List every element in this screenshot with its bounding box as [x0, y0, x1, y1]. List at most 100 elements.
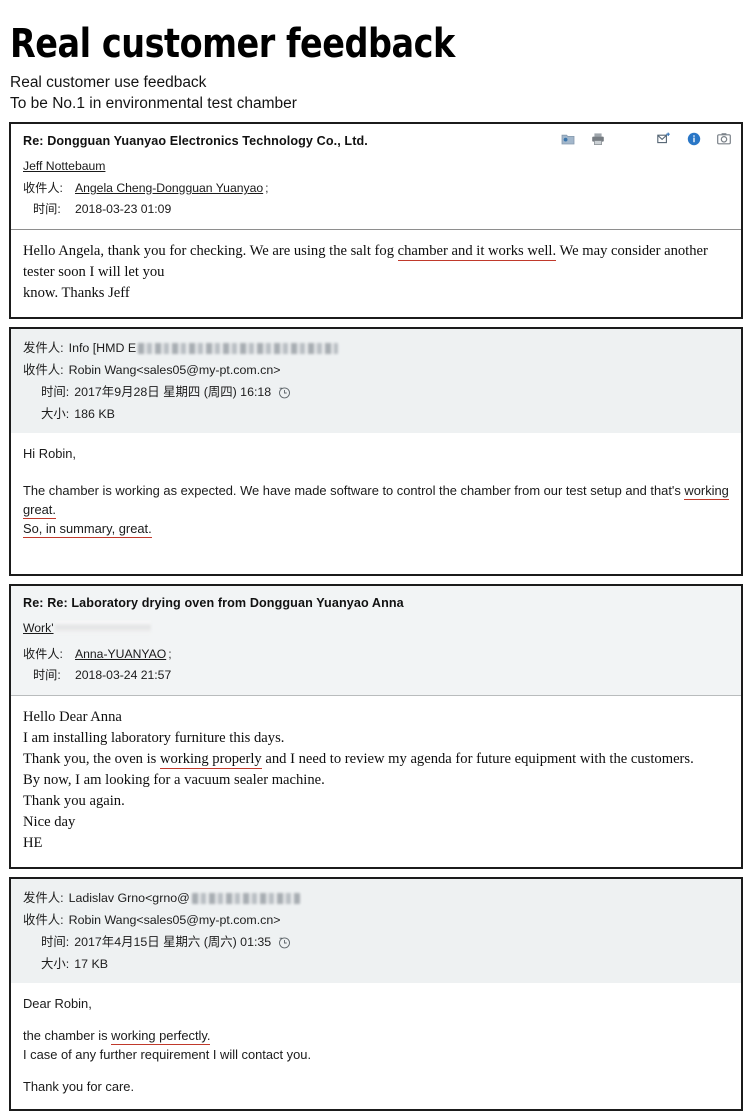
email-2-body: Hi Robin, The chamber is working as expe…	[11, 433, 741, 574]
email-1-to-value[interactable]: Angela Cheng-Dongguan Yuanyao	[75, 179, 263, 198]
email-card-4: 发件人: Ladislav Grno<grno@ 收件人: Robin Wang…	[9, 877, 743, 1111]
email-3-body: Hello Dear Anna I am installing laborato…	[11, 696, 741, 867]
forward-icon[interactable]	[657, 132, 671, 146]
email-2-time-row: 时间: 2017年9月28日 星期四 (周四) 16:18	[23, 381, 729, 403]
email-4-header: 发件人: Ladislav Grno<grno@ 收件人: Robin Wang…	[11, 879, 741, 983]
info-icon[interactable]	[687, 132, 701, 146]
email-4-from-label: 发件人:	[23, 891, 64, 905]
camera-icon[interactable]	[717, 132, 731, 146]
email-2-from-label: 发件人:	[23, 341, 64, 355]
highlighted-text: So, in summary, great.	[23, 521, 152, 538]
email-2-time-label: 时间:	[41, 385, 70, 399]
email-4-to-value: Robin Wang<sales05@my-pt.com.cn>	[68, 913, 281, 927]
email-card-1: Re: Dongguan Yuanyao Electronics Technol…	[9, 122, 743, 319]
text-segment: know. Thanks Jeff	[23, 285, 130, 301]
text-segment: Dear Robin,	[23, 996, 92, 1011]
email-4-body-line: I case of any further requirement I will…	[23, 1045, 729, 1064]
email-4-body: Dear Robin, the chamber is working perfe…	[11, 983, 741, 1109]
email-3-to-row: 收件人: Anna-YUANYAO ;	[23, 645, 729, 664]
text-segment: Hello Angela, thank you for checking. We…	[23, 243, 398, 259]
text-segment: Nice day	[23, 814, 76, 830]
email-1-header: Re: Dongguan Yuanyao Electronics Technol…	[11, 124, 741, 229]
email-3-sender-redaction	[54, 621, 151, 634]
email-2-body-line: Hi Robin,	[23, 444, 729, 463]
email-3-body-line: Thank you again.	[23, 791, 729, 812]
clock-icon	[278, 386, 291, 399]
email-4-body-line: Dear Robin,	[23, 994, 729, 1013]
email-2-body-line: So, in summary, great.	[23, 519, 729, 538]
highlighted-text: chamber and it works well.	[397, 243, 557, 261]
text-segment: Thank you for care.	[23, 1079, 135, 1094]
email-1-to-row: 收件人: Angela Cheng-Dongguan Yuanyao ;	[23, 179, 729, 198]
email-1-sender[interactable]: Jeff Nottebaum	[23, 157, 105, 175]
email-3-body-line: Hello Dear Anna	[23, 707, 729, 728]
email-1-time-label: 时间:	[33, 202, 61, 216]
email-3-body-line: Nice day	[23, 812, 729, 833]
email-2-from-row: 发件人: Info [HMD E	[23, 337, 729, 359]
text-segment: Thank you again.	[23, 793, 125, 809]
text-segment: Thank you, the oven is	[23, 751, 160, 767]
email-1-toolbar	[561, 132, 731, 146]
text-segment: the chamber is	[23, 1028, 112, 1043]
email-3-body-line: HE	[23, 833, 729, 854]
email-1-time-value: 2018-03-23 01:09	[75, 202, 172, 216]
email-4-to-label: 收件人:	[23, 913, 64, 927]
text-segment: I case of any further requirement I will…	[23, 1047, 312, 1062]
email-4-time-row: 时间: 2017年4月15日 星期六 (周六) 01:35	[23, 931, 729, 953]
email-3-sender-row: Work'	[23, 619, 729, 641]
email-4-size-label: 大小:	[41, 957, 70, 971]
email-4-body-line: Thank you for care.	[23, 1077, 729, 1096]
email-4-from-redaction	[191, 892, 300, 904]
subtitle-line-2: To be No.1 in environmental test chamber	[10, 95, 297, 112]
email-list: Re: Dongguan Yuanyao Electronics Technol…	[0, 114, 750, 1111]
email-4-body-line: the chamber is working perfectly.	[23, 1026, 729, 1045]
email-4-size-value: 17 KB	[74, 957, 108, 971]
email-3-body-line: Thank you, the oven is working properly …	[23, 749, 729, 770]
email-3-to-value[interactable]: Anna-YUANYAO	[75, 645, 166, 664]
email-2-from-redaction	[138, 342, 339, 354]
email-2-header: 发件人: Info [HMD E 收件人: Robin Wang<sales05…	[11, 329, 741, 433]
email-4-from-value: Ladislav Grno<grno@	[68, 891, 190, 905]
email-3-subject: Re: Re: Laboratory drying oven from Dong…	[23, 596, 404, 610]
email-2-from-value: Info [HMD E	[68, 341, 137, 355]
highlighted-text: working properly	[160, 751, 262, 769]
text-segment: HE	[23, 835, 43, 851]
email-4-time-label: 时间:	[41, 935, 70, 949]
save-attachment-icon[interactable]	[561, 132, 575, 146]
email-1-body-line: know. Thanks Jeff	[23, 283, 729, 304]
email-1-body-line: Hello Angela, thank you for checking. We…	[23, 241, 729, 283]
page-header: Real customer feedback Real customer use…	[0, 0, 750, 114]
email-4-to-row: 收件人: Robin Wang<sales05@my-pt.com.cn>	[23, 909, 729, 931]
clock-icon	[278, 936, 291, 949]
email-2-to-value: Robin Wang<sales05@my-pt.com.cn>	[68, 363, 281, 377]
email-2-body-line: The chamber is working as expected. We h…	[23, 481, 729, 519]
subtitle-line-1: Real customer use feedback	[10, 74, 207, 91]
email-1-to-separator: ;	[265, 181, 269, 195]
email-1-to-label: 收件人:	[23, 181, 63, 195]
page-root: Real customer feedback Real customer use…	[0, 0, 750, 1111]
text-segment: and I need to review my agenda for futur…	[261, 751, 694, 767]
text-segment: Hello Dear Anna	[23, 709, 122, 725]
email-1-body: Hello Angela, thank you for checking. We…	[11, 230, 741, 317]
email-card-2: 发件人: Info [HMD E 收件人: Robin Wang<sales05…	[9, 327, 743, 576]
email-3-sender[interactable]: Work'	[23, 619, 54, 637]
email-4-from-row: 发件人: Ladislav Grno<grno@	[23, 887, 729, 909]
email-2-to-label: 收件人:	[23, 363, 64, 377]
email-3-body-line: By now, I am looking for a vacuum sealer…	[23, 770, 729, 791]
email-2-size-label: 大小:	[41, 407, 70, 421]
email-3-to-separator: ;	[168, 647, 172, 661]
text-segment: By now, I am looking for a vacuum sealer…	[23, 772, 325, 788]
text-segment: The chamber is working as expected. We h…	[23, 483, 685, 498]
page-title: Real customer feedback	[10, 21, 455, 67]
print-icon[interactable]	[591, 132, 605, 146]
email-card-3: Re: Re: Laboratory drying oven from Dong…	[9, 584, 743, 869]
email-3-header: Re: Re: Laboratory drying oven from Dong…	[11, 586, 741, 695]
email-3-time-label: 时间:	[33, 668, 61, 682]
email-2-time-value: 2017年9月28日 星期四 (周四) 16:18	[74, 385, 272, 399]
email-2-to-row: 收件人: Robin Wang<sales05@my-pt.com.cn>	[23, 359, 729, 381]
email-1-time-row: 时间: 2018-03-23 01:09	[23, 200, 729, 219]
email-3-body-line: I am installing laboratory furniture thi…	[23, 728, 729, 749]
email-3-time-row: 时间: 2018-03-24 21:57	[23, 666, 729, 685]
